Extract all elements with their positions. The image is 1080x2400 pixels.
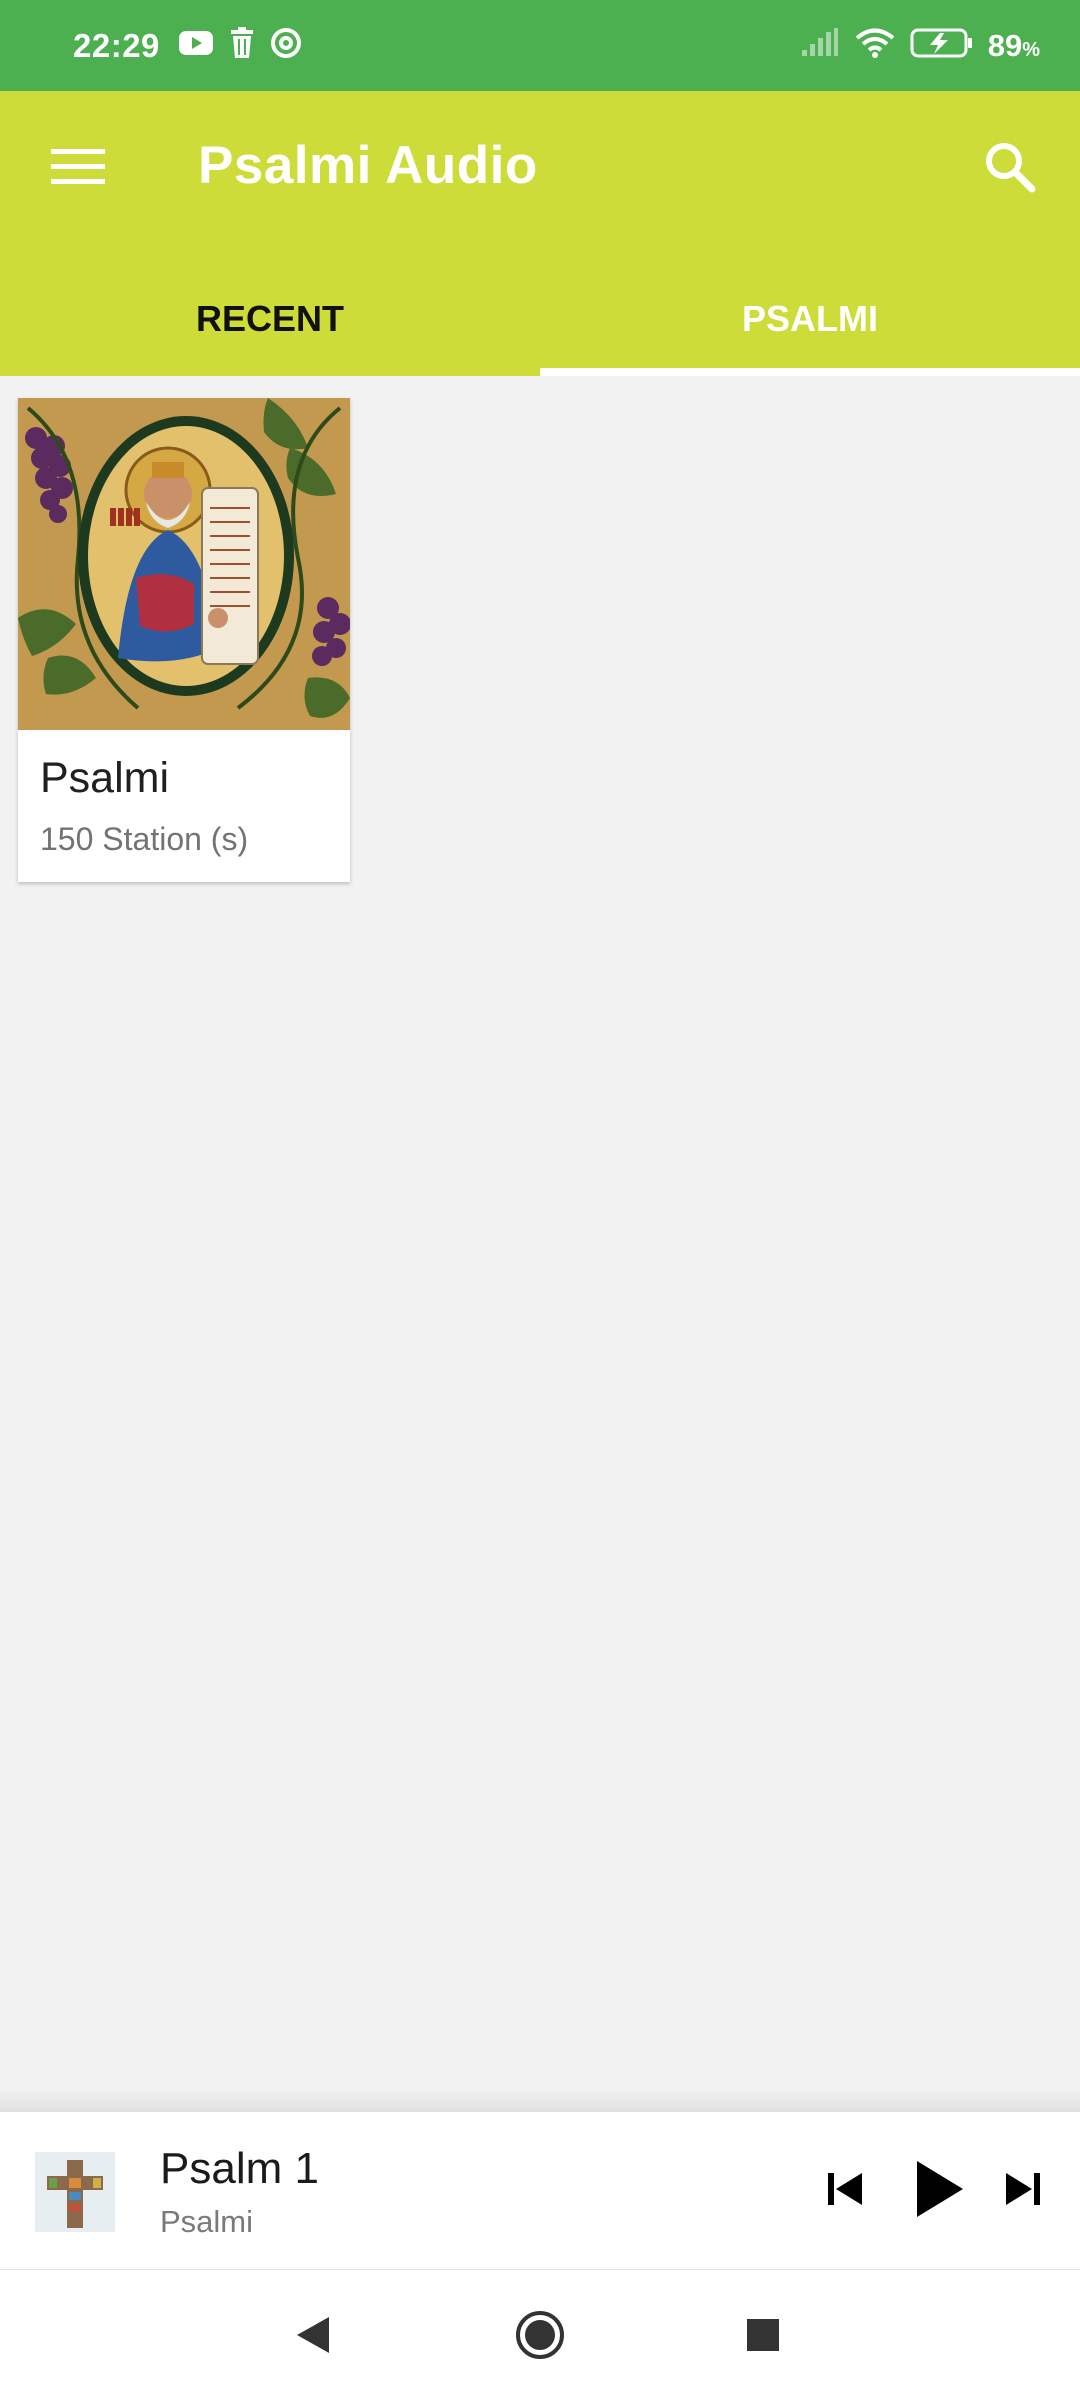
tab-recent[interactable]: RECENT: [0, 262, 540, 376]
battery-percent: 89%: [988, 28, 1040, 64]
youtube-icon: [178, 29, 214, 62]
app-title: Psalmi Audio: [198, 136, 538, 195]
system-status-icons: 89%: [800, 27, 1040, 64]
skip-next-button[interactable]: [980, 2148, 1066, 2234]
tab-indicator: [540, 368, 1080, 376]
play-button[interactable]: [896, 2148, 982, 2234]
wifi-icon: [854, 27, 896, 64]
collection-card-psalmi[interactable]: Psalmi 150 Station (s): [18, 398, 350, 882]
tab-bar: RECENT PSALMI: [0, 262, 1080, 376]
player-divider: [0, 2088, 1080, 2112]
player-title: Psalm 1: [160, 2144, 319, 2193]
battery-percent-unit: %: [1022, 38, 1040, 61]
menu-button[interactable]: [36, 127, 120, 211]
hamburger-menu-icon: [51, 147, 105, 192]
home-icon: [514, 2309, 566, 2366]
status-bar: 22:29 89%: [0, 0, 1080, 91]
status-time: 22:29: [73, 26, 160, 64]
search-button[interactable]: [968, 127, 1052, 211]
at-sign-icon: [270, 27, 302, 64]
app-bar: Psalmi Audio RECENT PSALMI: [0, 91, 1080, 376]
card-title: Psalmi: [40, 754, 170, 802]
tab-psalmi[interactable]: PSALMI: [540, 262, 1080, 376]
cross-icon: [35, 2152, 115, 2232]
battery-charging-icon: [910, 27, 974, 64]
skip-next-icon: [1003, 2169, 1043, 2214]
recents-button[interactable]: [728, 2302, 798, 2372]
search-icon: [984, 141, 1036, 198]
skip-previous-button[interactable]: [802, 2148, 888, 2234]
home-button[interactable]: [505, 2302, 575, 2372]
recents-icon: [745, 2317, 781, 2358]
back-icon: [293, 2313, 333, 2362]
signal-icon: [800, 28, 840, 63]
play-icon: [913, 2159, 965, 2224]
mini-player[interactable]: Psalm 1 Psalmi: [0, 2112, 1080, 2270]
psalmist-icon-painting: [18, 398, 350, 730]
system-navigation-bar: [0, 2270, 1080, 2400]
back-button[interactable]: [278, 2302, 348, 2372]
skip-previous-icon: [825, 2169, 865, 2214]
trash-icon: [228, 27, 256, 64]
player-subtitle: Psalmi: [160, 2204, 254, 2239]
content-area: Psalmi 150 Station (s): [0, 376, 1080, 2088]
notification-icons: [178, 27, 302, 64]
battery-percent-value: 89: [987, 27, 1023, 63]
card-subtitle: 150 Station (s): [40, 821, 249, 857]
